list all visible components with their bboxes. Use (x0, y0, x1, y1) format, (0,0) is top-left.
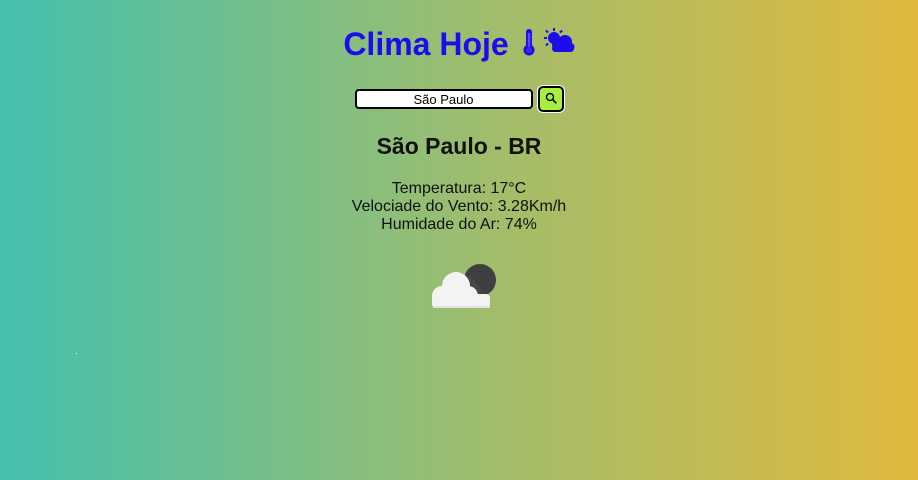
header: Clima Hoje (0, 24, 918, 68)
thermometer-icon (521, 27, 537, 62)
city-name: São Paulo - BR (376, 133, 542, 159)
title-icons (521, 27, 575, 62)
cloudy-night-icon (428, 262, 498, 310)
search-icon (545, 92, 557, 107)
app-title: Clima Hoje (343, 26, 509, 62)
humidity-text: Humidade do Ar: 74% (381, 216, 537, 233)
partly-cloudy-icon (541, 27, 575, 61)
decorative-speck (76, 353, 77, 354)
search-row (0, 86, 918, 114)
search-bar (354, 86, 564, 112)
city-search-input[interactable] (354, 89, 533, 109)
search-button[interactable] (537, 86, 564, 112)
wind-speed-text: Velociade do Vento: 3.28Km/h (351, 198, 567, 215)
weather-stats: Temperatura: 17°C Velociade do Vento: 3.… (0, 180, 918, 234)
temperature-text: Temperatura: 17°C (391, 180, 527, 197)
title-wrap: Clima Hoje (343, 24, 575, 64)
